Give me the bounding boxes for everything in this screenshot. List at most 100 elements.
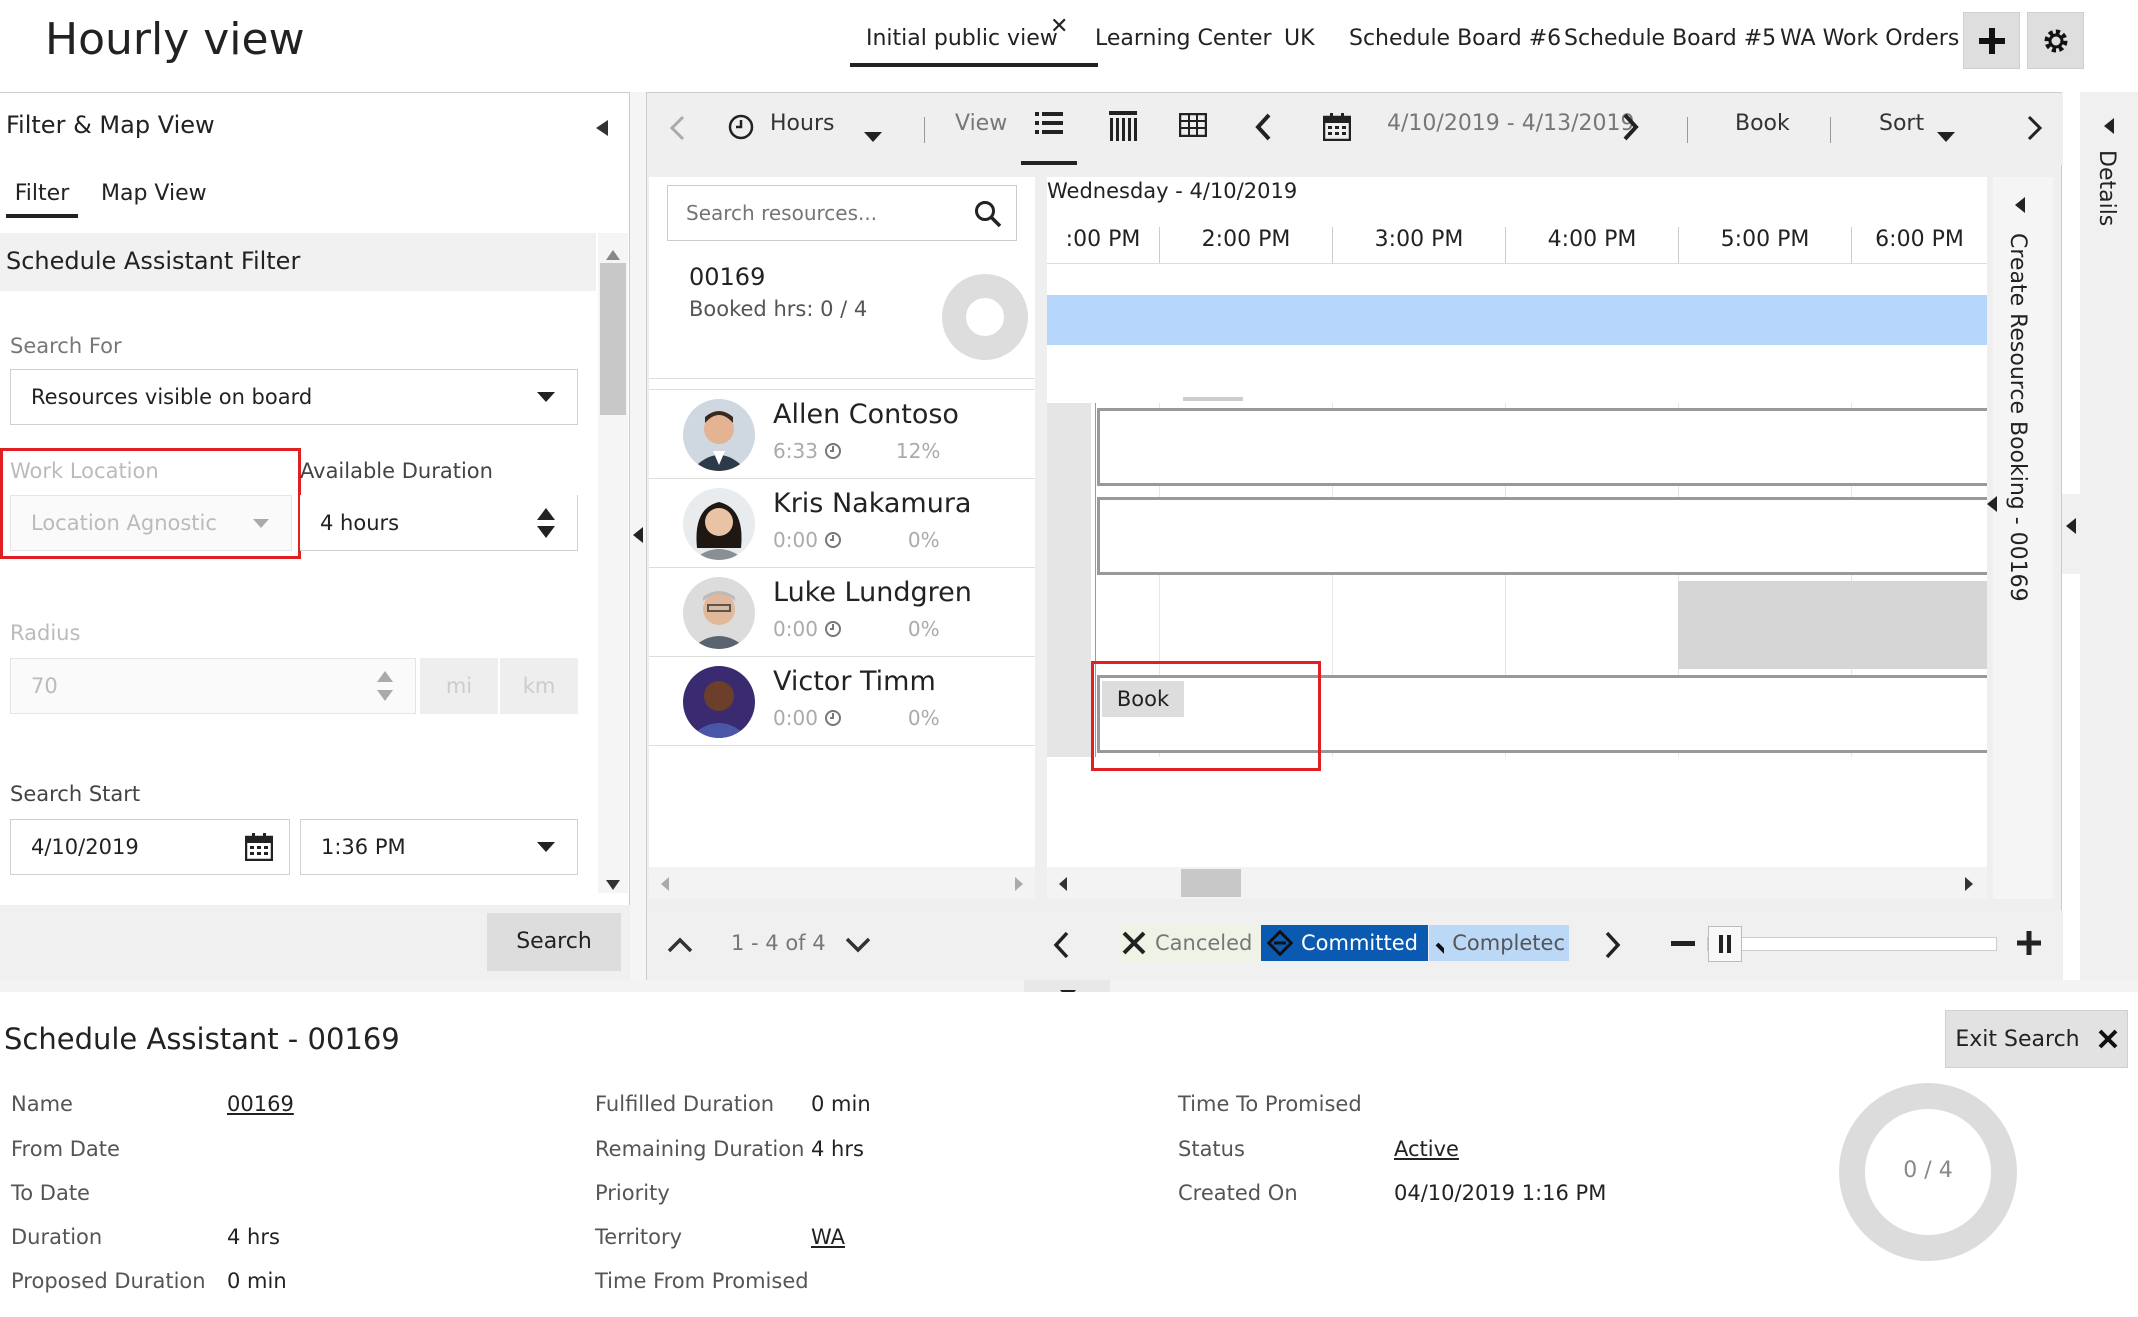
hour-header: :00 PM — [1065, 227, 1141, 252]
resource-row[interactable]: Allen Contoso 6:33 12% — [649, 391, 1035, 479]
close-tab-icon[interactable]: ✕ — [1050, 14, 1068, 39]
book-button[interactable]: Book — [1735, 111, 1790, 136]
calendar-icon[interactable] — [1322, 113, 1352, 142]
search-button[interactable]: Search — [487, 913, 621, 971]
expand-panel-icon[interactable] — [2015, 197, 2025, 213]
next-range-icon[interactable] — [1623, 113, 1639, 141]
resource-row[interactable]: Luke Lundgren 0:00 0% — [649, 569, 1035, 657]
search-for-select[interactable]: Resources visible on board — [10, 369, 578, 425]
resource-utilization: 0:00 0% — [773, 706, 940, 730]
zoom-slider[interactable] — [1707, 926, 1997, 962]
legend-prev-icon[interactable] — [1053, 931, 1069, 959]
date-value: 4/10/2019 — [31, 835, 139, 859]
splitter[interactable] — [2062, 494, 2080, 574]
tab-schedule-board-5[interactable]: Schedule Board #5 — [1564, 26, 1776, 51]
collapse-left-icon[interactable] — [1987, 496, 1997, 512]
grid-view-icon[interactable] — [1178, 112, 1208, 138]
tab-map-view[interactable]: Map View — [101, 181, 207, 206]
field-label: To Date — [11, 1181, 90, 1205]
field-label: Created On — [1178, 1181, 1298, 1205]
create-booking-panel[interactable]: Create Resource Booking - 00169 — [1993, 177, 2053, 899]
search-icon[interactable] — [974, 200, 1002, 228]
scrollbar-thumb[interactable] — [600, 263, 626, 415]
legend-label: Committed — [1301, 931, 1418, 955]
name-link[interactable]: 00169 — [227, 1092, 294, 1116]
splitter[interactable] — [0, 980, 2138, 999]
field-label: Name — [11, 1092, 73, 1116]
calendar-icon[interactable] — [245, 833, 273, 861]
requirement-card[interactable]: 00169 Booked hrs: 0 / 4 — [649, 257, 1035, 379]
vertical-view-icon[interactable] — [1109, 111, 1137, 141]
resource-row[interactable]: Victor Timm 0:00 0% — [649, 658, 1035, 746]
unit-mi-button[interactable]: mi — [420, 658, 498, 714]
territory-link[interactable]: WA — [811, 1225, 845, 1249]
horizontal-scrollbar[interactable] — [649, 867, 1035, 899]
exit-search-button[interactable]: Exit Search — [1945, 1010, 2128, 1068]
field-value: 0 min — [227, 1269, 287, 1293]
search-resources-field[interactable] — [668, 186, 968, 240]
tab-uk[interactable]: UK — [1284, 26, 1315, 51]
chevron-up-icon[interactable] — [667, 937, 693, 953]
hour-header: 2:00 PM — [1159, 227, 1332, 263]
search-start-label: Search Start — [10, 782, 141, 806]
unit-km-button[interactable]: km — [500, 658, 578, 714]
tab-learning-center[interactable]: Learning Center — [1095, 26, 1272, 51]
zoom-in-icon[interactable] — [2017, 931, 2041, 955]
legend-next-icon[interactable] — [1605, 931, 1621, 959]
sort-dropdown[interactable]: Sort — [1879, 111, 1924, 136]
hours-dropdown[interactable]: Hours — [770, 111, 834, 136]
avatar — [683, 399, 755, 471]
collapse-left-icon[interactable] — [2066, 518, 2076, 534]
settings-button[interactable] — [2027, 12, 2084, 69]
tab-wa-work-orders[interactable]: WA Work Orders — [1780, 26, 1959, 51]
resource-name: Luke Lundgren — [773, 577, 972, 608]
spinner-icon[interactable] — [537, 507, 555, 538]
horizontal-scrollbar[interactable] — [1047, 867, 1987, 899]
add-tab-button[interactable] — [1963, 12, 2020, 69]
spinner-icon[interactable] — [377, 671, 393, 701]
tab-schedule-board-6[interactable]: Schedule Board #6 — [1349, 26, 1561, 51]
section-title: Schedule Assistant Filter — [6, 247, 301, 275]
available-duration-spinner[interactable]: 4 hours — [300, 495, 578, 551]
collapse-left-icon[interactable] — [633, 527, 643, 543]
zoom-slider-handle[interactable] — [1708, 926, 1742, 962]
field-label: Territory — [595, 1225, 683, 1249]
search-resources-input[interactable] — [667, 185, 1017, 241]
availability-slot[interactable] — [1097, 497, 1987, 575]
available-duration-value: 4 hours — [320, 510, 400, 535]
tab-filter[interactable]: Filter — [6, 181, 78, 218]
scrollbar[interactable] — [598, 233, 628, 893]
hours: 0:00 — [773, 617, 818, 641]
scrollbar-thumb[interactable] — [1181, 869, 1241, 897]
search-start-time[interactable]: 1:36 PM — [300, 819, 578, 875]
field-value: 0 min — [811, 1092, 871, 1116]
zoom-out-icon[interactable] — [1671, 941, 1695, 947]
chevron-down-icon — [537, 392, 555, 402]
search-start-date[interactable]: 4/10/2019 — [10, 819, 290, 875]
avatar — [683, 666, 755, 738]
header: Hourly view Initial public view ✕ Learni… — [0, 0, 2138, 92]
collapse-panel-icon[interactable] — [596, 117, 608, 142]
hour-header: 4:00 PM — [1505, 227, 1678, 263]
hours: 0:00 — [773, 528, 818, 552]
list-view-button[interactable] — [1021, 93, 1077, 165]
chevron-right-icon[interactable] — [2027, 115, 2043, 141]
status-link[interactable]: Active — [1394, 1137, 1459, 1161]
previous-range-icon[interactable] — [1255, 113, 1271, 141]
unavailable-block — [1678, 581, 1987, 669]
committed-icon — [1267, 930, 1293, 956]
percent: 0% — [907, 528, 940, 552]
booked-hours: Booked hrs: 0 / 4 — [689, 297, 868, 321]
details-panel[interactable]: Details — [2080, 92, 2138, 980]
resource-row[interactable]: Kris Nakamura 0:00 0% — [649, 480, 1035, 568]
chevron-left-icon[interactable] — [669, 115, 685, 141]
splitter[interactable] — [630, 92, 646, 980]
radius-input[interactable]: 70 — [10, 658, 416, 714]
chevron-down-icon[interactable] — [845, 937, 871, 953]
chevron-down-icon[interactable] — [1937, 132, 1955, 142]
availability-slot[interactable] — [1097, 408, 1987, 486]
requirement-bar[interactable] — [1047, 295, 1987, 345]
expand-details-icon[interactable] — [2104, 118, 2114, 134]
hour-header: 6:00 PM — [1851, 227, 1987, 263]
chevron-down-icon[interactable] — [864, 132, 882, 142]
